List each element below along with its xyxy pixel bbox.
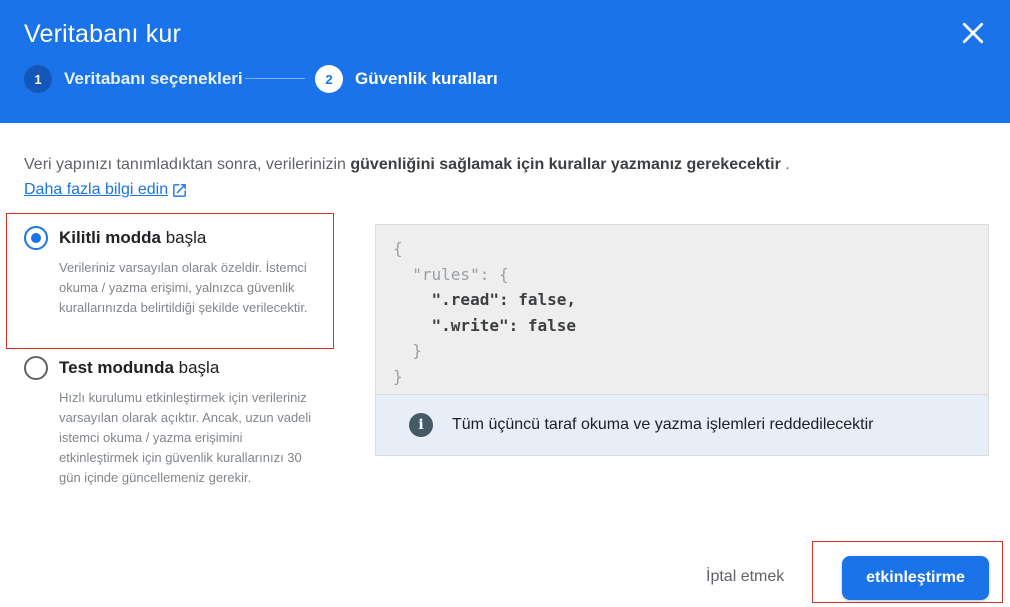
option-test-mode-description: Hızlı kurulumu etkinleştirmek için veril… [59,390,312,485]
step-number-2: 2 [315,65,343,93]
cancel-button[interactable]: İptal etmek [706,568,784,586]
code-line: { [393,239,403,258]
code-line: ".read": false, [431,290,577,309]
step-security-rules: 2 Güvenlik kuralları [315,64,498,94]
intro-text: Veri yapınızı tanımladıktan sonra, veril… [24,156,790,173]
code-line: } [412,341,422,360]
code-line: "rules": { [412,264,509,284]
option-locked-mode-title: Kilitli modda başla [59,228,207,247]
step-label-1: Veritabanı seçenekleri [64,69,243,88]
info-icon: i [409,413,433,437]
dialog-title: Veritabanı kur [24,20,182,48]
option-test-mode-title: Test modunda başla [59,358,220,377]
rules-code-preview: { "rules": { ".read": false, ".write": f… [375,224,989,394]
dialog-header: Veritabanı kur 1 Veritabanı seçenekleri … [0,0,1010,123]
code-line: ".write": false [431,315,577,335]
radio-test-mode[interactable] [24,356,48,380]
enable-button[interactable]: etkinleştirme [842,556,989,600]
option-locked-mode-description: Verileriniz varsayılan olarak özeldir. İ… [59,260,308,315]
close-icon[interactable] [958,18,988,48]
info-text: Tüm üçüncü taraf okuma ve yazma işlemler… [452,416,874,433]
step-label-2: Güvenlik kuralları [355,69,498,88]
info-banner: i Tüm üçüncü taraf okuma ve yazma işleml… [375,394,989,456]
stepper-divider [245,78,305,79]
step-database-options: 1 Veritabanı seçenekleri [24,64,243,94]
open-in-new-icon [173,183,186,197]
code-line: } [393,366,403,386]
step-number-1: 1 [24,65,52,93]
learn-more-link[interactable]: Daha fazla bilgi edin [24,181,188,199]
radio-locked-mode[interactable] [24,226,48,250]
